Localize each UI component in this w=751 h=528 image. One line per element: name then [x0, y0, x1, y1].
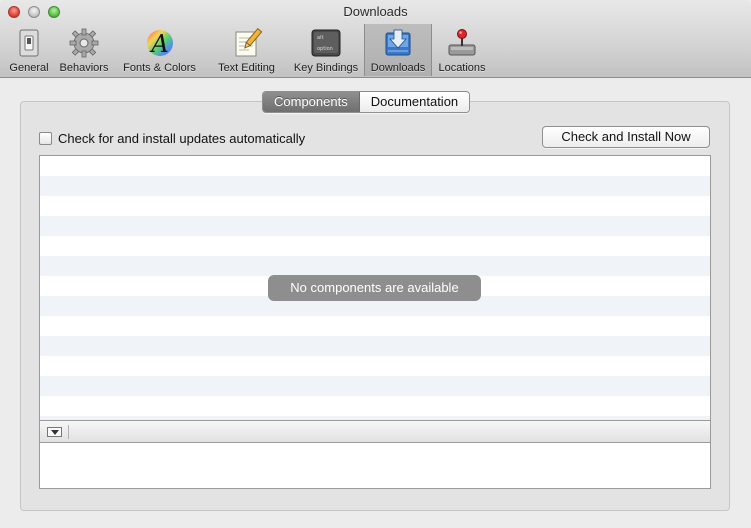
toolbar-label-locations: Locations	[438, 62, 486, 74]
toolbar-item-text-editing[interactable]: Text Editing	[205, 24, 288, 76]
toolbar-item-behaviors[interactable]: Behaviors	[54, 24, 114, 76]
pencil-paper-icon	[235, 27, 262, 57]
toolbar-label-text-editing: Text Editing	[218, 62, 275, 74]
general-switch-icon	[19, 29, 39, 57]
tab-segmented-control: Components Documentation	[262, 91, 471, 113]
toolbar-item-downloads[interactable]: Downloads	[364, 24, 432, 76]
toolbar-label-downloads: Downloads	[370, 62, 426, 74]
downloads-window: Downloads General Behaviors A Fonts & Co…	[0, 0, 751, 528]
auto-update-label[interactable]: Check for and install updates automatica…	[58, 131, 305, 146]
check-install-now-button[interactable]: Check and Install Now	[542, 126, 710, 148]
toolbar-label-behaviors: Behaviors	[59, 62, 109, 74]
action-bar-divider	[68, 425, 69, 439]
joystick-drive-icon	[448, 29, 476, 56]
gear-icon	[69, 28, 99, 58]
list-action-bar	[39, 420, 711, 443]
toolbar-item-general[interactable]: General	[4, 24, 54, 76]
preferences-toolbar: General Behaviors A Fonts & Colors Text …	[4, 24, 492, 77]
auto-update-checkbox[interactable]	[39, 132, 52, 145]
toolbar-item-key-bindings[interactable]: alt option Key Bindings	[288, 24, 364, 76]
font-color-icon: A	[146, 30, 173, 58]
components-list[interactable]: No components are available	[39, 155, 711, 420]
tab-components[interactable]: Components	[263, 92, 360, 112]
empty-message: No components are available	[268, 275, 481, 301]
title-toolbar: Downloads General Behaviors A Fonts & Co…	[0, 0, 751, 78]
svg-text:alt: alt	[317, 35, 323, 41]
window-title: Downloads	[343, 4, 408, 19]
tab-documentation[interactable]: Documentation	[359, 92, 470, 112]
download-tray-icon	[385, 29, 411, 56]
toolbar-label-general: General	[9, 62, 49, 74]
toolbar-item-fonts-colors[interactable]: A Fonts & Colors	[114, 24, 205, 76]
action-menu-button[interactable]	[47, 427, 62, 437]
keyboard-key-icon: alt option	[311, 29, 341, 57]
toolbar-label-key-bindings: Key Bindings	[293, 62, 359, 74]
toolbar-label-fonts-colors: Fonts & Colors	[123, 62, 196, 74]
auto-update-row: Check for and install updates automatica…	[39, 131, 305, 146]
svg-text:A: A	[149, 30, 168, 58]
component-details-pane	[39, 443, 711, 489]
toolbar-item-locations[interactable]: Locations	[432, 24, 492, 76]
svg-text:option: option	[317, 46, 333, 52]
